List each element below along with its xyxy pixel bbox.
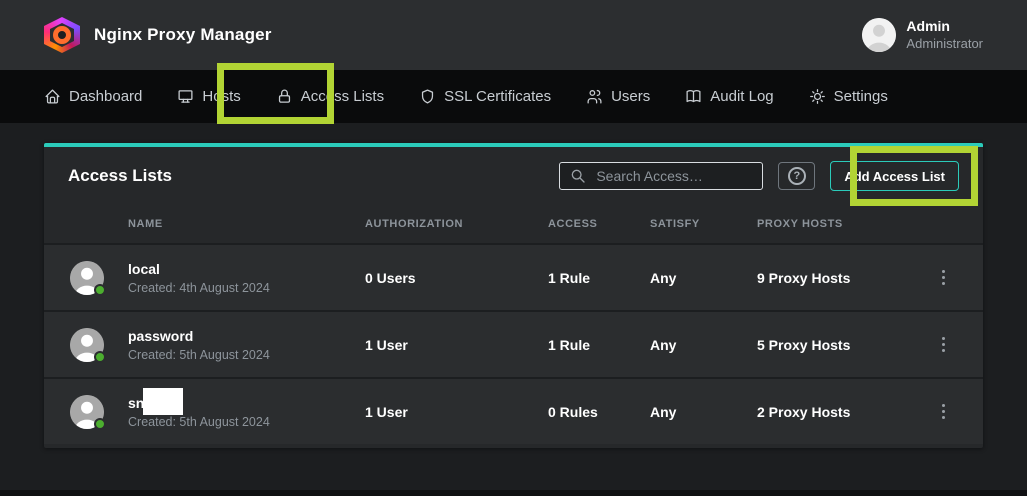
search-input[interactable] bbox=[559, 162, 763, 190]
user-role: Administrator bbox=[906, 36, 983, 52]
app-logo-icon bbox=[44, 17, 80, 53]
panel-header: Access Lists ? Add Access List bbox=[44, 147, 983, 205]
nav-label: Hosts bbox=[202, 88, 240, 105]
monitor-icon bbox=[177, 88, 194, 105]
satisfy-cell: Any bbox=[650, 270, 757, 286]
name-cell: password Created: 5th August 2024 bbox=[44, 328, 365, 362]
row-menu-icon[interactable] bbox=[938, 333, 949, 356]
bottom-edge bbox=[0, 490, 1027, 496]
nav-item-audit-log[interactable]: Audit Log bbox=[685, 88, 773, 105]
authorization-cell: 1 User bbox=[365, 337, 548, 353]
avatar bbox=[70, 261, 104, 295]
status-dot bbox=[94, 351, 106, 363]
top-bar: Nginx Proxy Manager Admin Administrator bbox=[0, 0, 1027, 70]
nav-label: Audit Log bbox=[710, 88, 773, 105]
nav-item-access-lists[interactable]: Access Lists bbox=[276, 88, 384, 105]
app-title: Nginx Proxy Manager bbox=[94, 25, 272, 45]
satisfy-cell: Any bbox=[650, 404, 757, 420]
satisfy-cell: Any bbox=[650, 337, 757, 353]
row-menu-icon[interactable] bbox=[938, 400, 949, 423]
table-header: NAME AUTHORIZATION ACCESS SATISFY PROXY … bbox=[44, 205, 983, 243]
name-stack: password Created: 5th August 2024 bbox=[128, 328, 270, 362]
name-cell: local Created: 4th August 2024 bbox=[44, 261, 365, 295]
access-list-name: password bbox=[128, 328, 193, 344]
nav-label: Access Lists bbox=[301, 88, 384, 105]
access-cell: 0 Rules bbox=[548, 404, 650, 420]
nav-item-users[interactable]: Users bbox=[586, 88, 650, 105]
page-content: Access Lists ? Add Access List NAME AUTH… bbox=[0, 123, 1027, 448]
book-icon bbox=[685, 88, 702, 105]
panel-tools: ? Add Access List bbox=[559, 161, 959, 191]
search-icon bbox=[570, 168, 586, 184]
created-date: Created: 4th August 2024 bbox=[128, 281, 270, 295]
nav-item-dashboard[interactable]: Dashboard bbox=[44, 88, 142, 105]
users-icon bbox=[586, 88, 603, 105]
table-row[interactable]: sn Created: 5th August 2024 1 User 0 Rul… bbox=[44, 377, 983, 444]
user-avatar[interactable] bbox=[862, 18, 896, 52]
column-header-proxy-hosts: PROXY HOSTS bbox=[757, 218, 904, 230]
access-list-name: local bbox=[128, 261, 160, 277]
search-box bbox=[559, 162, 763, 190]
user-menu[interactable]: Admin Administrator bbox=[862, 18, 983, 52]
access-list-name-text: sn bbox=[128, 395, 144, 411]
help-button[interactable]: ? bbox=[778, 162, 815, 190]
redaction-box bbox=[143, 388, 183, 415]
proxy-hosts-cell: 5 Proxy Hosts bbox=[757, 337, 904, 353]
access-cell: 1 Rule bbox=[548, 337, 650, 353]
name-stack: local Created: 4th August 2024 bbox=[128, 261, 270, 295]
table-row[interactable]: password Created: 5th August 2024 1 User… bbox=[44, 310, 983, 377]
add-access-list-button[interactable]: Add Access List bbox=[830, 161, 959, 191]
nav-label: SSL Certificates bbox=[444, 88, 551, 105]
nav-label: Dashboard bbox=[69, 88, 142, 105]
column-header-access: ACCESS bbox=[548, 218, 650, 230]
panel-title: Access Lists bbox=[68, 166, 172, 186]
logo-ring bbox=[53, 26, 71, 44]
person-icon bbox=[862, 18, 896, 52]
nav-label: Users bbox=[611, 88, 650, 105]
gear-icon bbox=[809, 88, 826, 105]
nav-item-hosts[interactable]: Hosts bbox=[177, 88, 240, 105]
name-stack: sn Created: 5th August 2024 bbox=[128, 395, 270, 429]
avatar bbox=[70, 395, 104, 429]
column-header-satisfy: SATISFY bbox=[650, 218, 757, 230]
column-header-name: NAME bbox=[44, 218, 365, 230]
access-cell: 1 Rule bbox=[548, 270, 650, 286]
user-name: Admin bbox=[906, 18, 983, 36]
panel-footer bbox=[44, 444, 983, 448]
row-menu-icon[interactable] bbox=[938, 266, 949, 289]
status-dot bbox=[94, 284, 106, 296]
column-header-authorization: AUTHORIZATION bbox=[365, 218, 548, 230]
status-dot bbox=[94, 418, 106, 430]
avatar bbox=[70, 328, 104, 362]
user-meta: Admin Administrator bbox=[906, 18, 983, 52]
created-date: Created: 5th August 2024 bbox=[128, 348, 270, 362]
main-nav: Dashboard Hosts Access Lists SSL Certifi… bbox=[0, 70, 1027, 123]
table-row[interactable]: local Created: 4th August 2024 0 Users 1… bbox=[44, 243, 983, 310]
name-cell: sn Created: 5th August 2024 bbox=[44, 395, 365, 429]
shield-icon bbox=[419, 88, 436, 105]
help-icon: ? bbox=[788, 167, 806, 185]
access-lists-panel: Access Lists ? Add Access List NAME AUTH… bbox=[44, 143, 983, 448]
nav-item-ssl-certificates[interactable]: SSL Certificates bbox=[419, 88, 551, 105]
created-date: Created: 5th August 2024 bbox=[128, 415, 270, 429]
home-icon bbox=[44, 88, 61, 105]
proxy-hosts-cell: 9 Proxy Hosts bbox=[757, 270, 904, 286]
nav-item-settings[interactable]: Settings bbox=[809, 88, 888, 105]
nav-label: Settings bbox=[834, 88, 888, 105]
access-list-name: sn bbox=[128, 395, 144, 411]
lock-icon bbox=[276, 88, 293, 105]
proxy-hosts-cell: 2 Proxy Hosts bbox=[757, 404, 904, 420]
authorization-cell: 1 User bbox=[365, 404, 548, 420]
authorization-cell: 0 Users bbox=[365, 270, 548, 286]
